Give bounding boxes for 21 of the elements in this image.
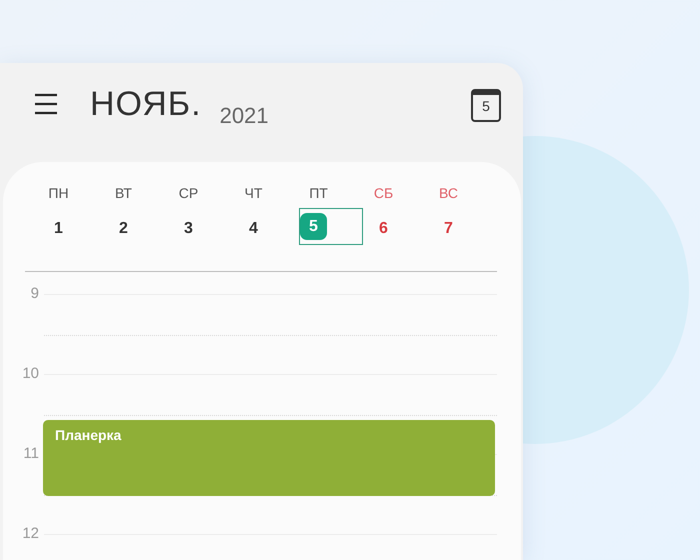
weekday-label: ПТ [308,184,329,203]
calendar-today-icon[interactable]: 5 [471,89,501,122]
menu-icon[interactable] [34,93,58,115]
month-title: НОЯБ. [90,87,202,121]
date-label[interactable]: 3 [156,207,221,245]
weekday-label: ПН [47,184,70,203]
date-label[interactable]: 7 [416,207,481,245]
hour-label: 11 [22,444,39,464]
weekday-label: СБ [372,184,394,203]
hour-label: 9 [30,284,39,304]
date-label[interactable]: 1 [26,207,91,245]
hour-label: 10 [21,364,39,384]
date-label[interactable]: 2 [91,207,156,245]
hour-label: 12 [21,524,39,544]
weekday-label: ЧТ [244,184,264,203]
weekday-label: СР [178,184,200,203]
date-label[interactable]: 4 [221,207,286,245]
year-label: 2021 [220,102,269,130]
weekday-label: ВС [438,184,459,203]
weekday-label: ВТ [114,184,133,203]
today-date: 5 [300,213,327,240]
